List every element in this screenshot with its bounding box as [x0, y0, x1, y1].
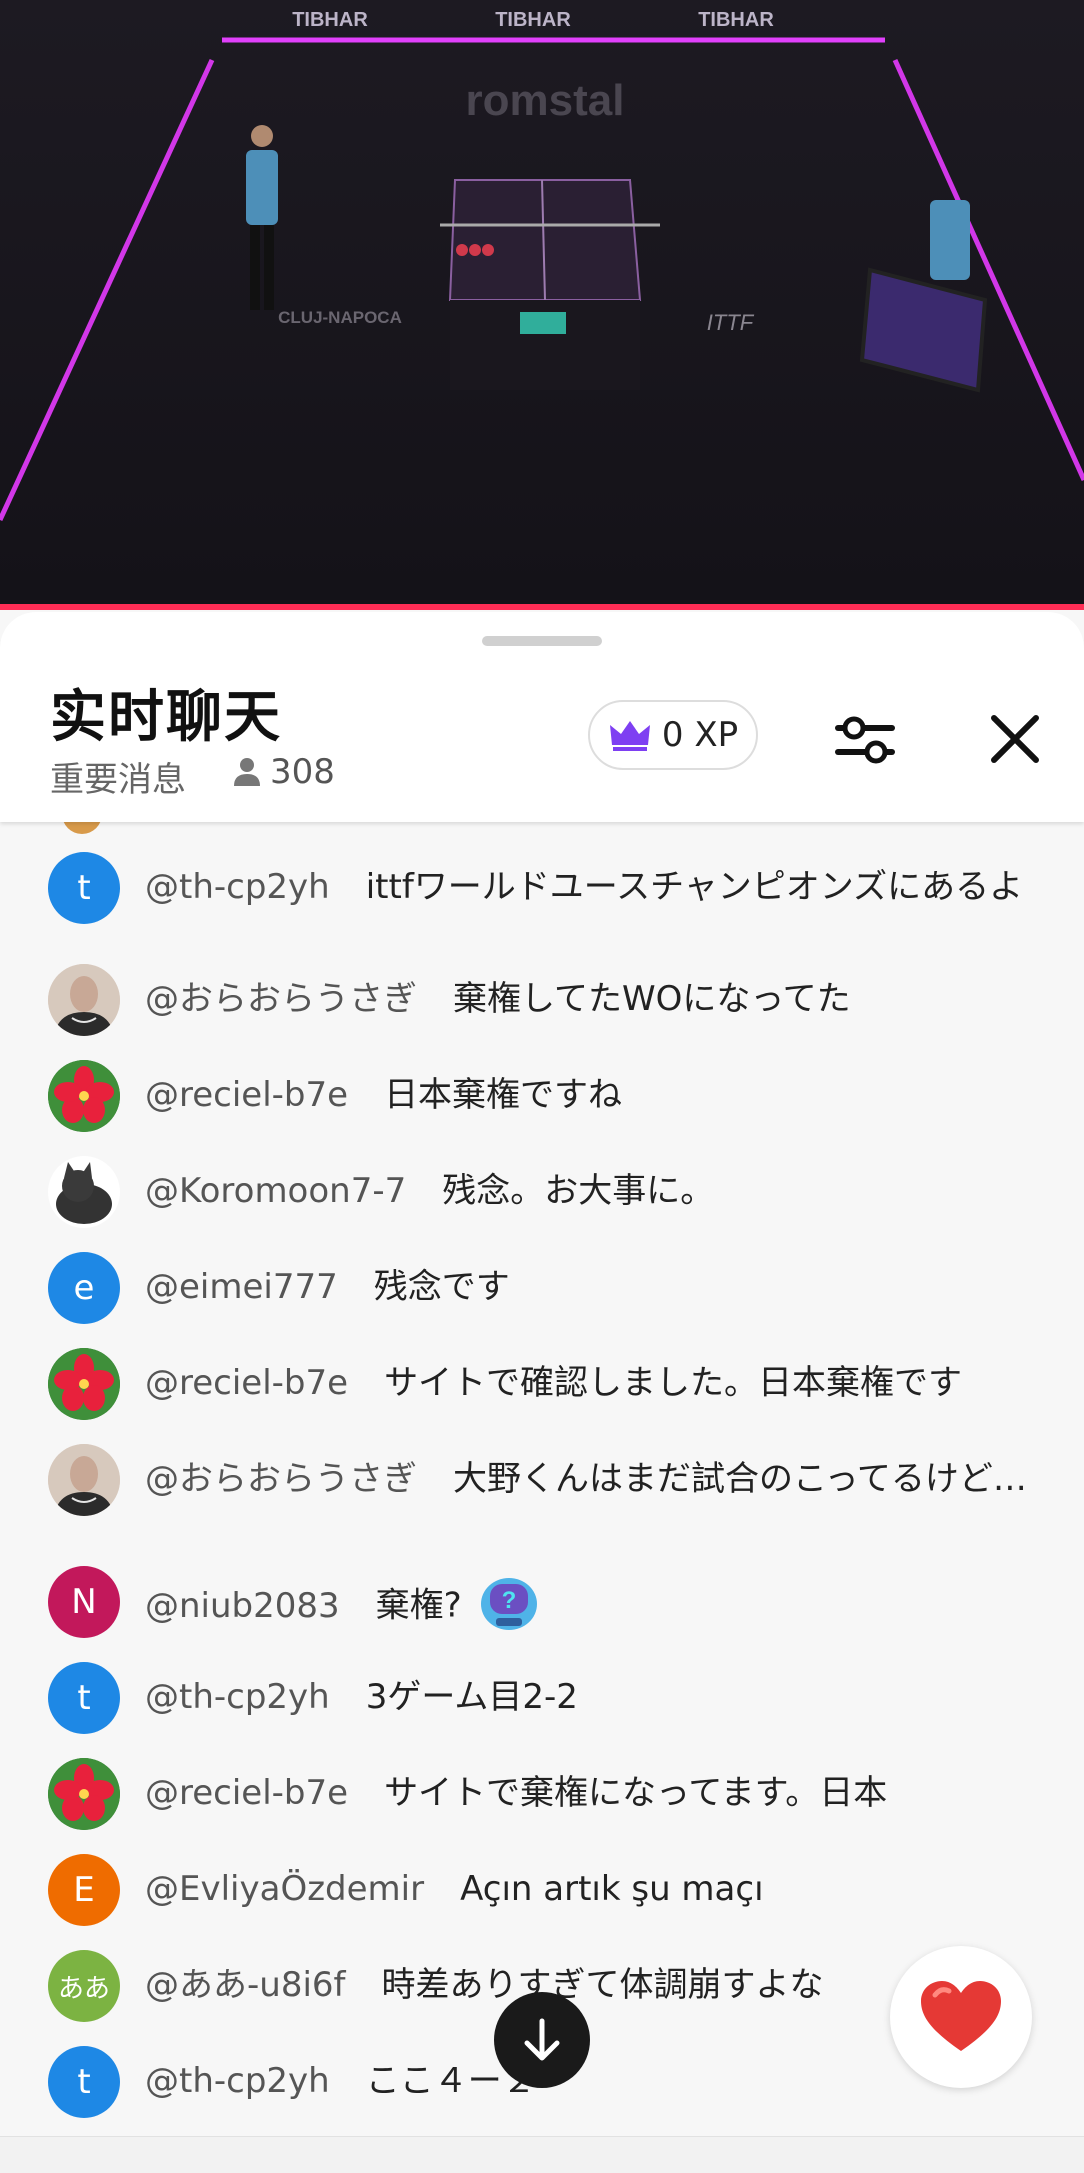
avatar-initial: t — [77, 868, 91, 908]
avatar[interactable]: t — [48, 2046, 120, 2118]
avatar[interactable] — [48, 964, 120, 1036]
avatar[interactable]: e — [48, 1252, 120, 1324]
live-chat-panel: 实时聊天 重要消息 308 0 XP t @th-cp2yh ittfワールドユ… — [0, 612, 1084, 2172]
drag-handle[interactable] — [482, 636, 602, 646]
sponsor-banner: TIBHAR — [495, 9, 571, 31]
message-body: @reciel-b7e サイトで棄権になってます。日本 — [145, 1772, 1035, 1814]
arrow-down-icon — [524, 2018, 560, 2061]
video-progress-line[interactable] — [0, 604, 1084, 610]
flower-icon — [48, 1758, 120, 1830]
message-text: 棄権? — [375, 1585, 462, 1626]
avatar[interactable] — [48, 1156, 120, 1228]
message-author[interactable]: @おらおらうさぎ — [145, 979, 417, 1019]
message-author[interactable]: @EvliyaÖzdemir — [145, 1869, 424, 1909]
message-author[interactable]: @reciel-b7e — [145, 1773, 348, 1813]
input-bar-edge — [0, 2136, 1084, 2173]
message-author[interactable]: @Koromoon7-7 — [145, 1171, 406, 1211]
svg-text:?: ? — [501, 1587, 516, 1614]
flower-icon — [48, 1060, 120, 1132]
avatar[interactable] — [48, 1758, 120, 1830]
floor-city: CLUJ-NAPOCA — [278, 308, 402, 327]
sponsor-banner: TIBHAR — [698, 9, 774, 31]
flower-icon — [48, 1348, 120, 1420]
floor-logo: ITTF — [707, 310, 755, 335]
user-photo-icon — [48, 964, 120, 1036]
message-body: @reciel-b7e 日本棄権ですね — [145, 1074, 1035, 1116]
viewer-count-value: 308 — [270, 752, 335, 792]
reaction-button[interactable] — [890, 1946, 1032, 2088]
message-text: 残念です — [373, 1267, 510, 1307]
user-photo-icon — [48, 1444, 120, 1516]
message-text: 時差ありすぎて体調崩すよな — [381, 1965, 824, 2005]
message-author[interactable]: @ああ-u8i6f — [145, 1965, 346, 2005]
message-text: 日本棄権ですね — [384, 1075, 623, 1115]
scroll-to-latest-button[interactable] — [494, 1992, 590, 2088]
message-text: ittfワールドユースチャンピオンズにあるよ — [365, 867, 1024, 907]
close-icon[interactable] — [980, 704, 1050, 774]
avatar[interactable]: N — [48, 1566, 120, 1638]
cat-icon — [56, 1162, 112, 1224]
avatar[interactable]: t — [48, 1662, 120, 1734]
avatar-initial: ああ — [57, 1973, 110, 2004]
crown-icon — [609, 721, 650, 751]
avatar-initial: t — [77, 2062, 91, 2102]
message-body: @niub2083 棄権?? — [145, 1570, 1035, 1644]
heart-icon — [921, 1981, 1001, 2051]
message-author[interactable]: @おらおらうさぎ — [145, 1459, 417, 1499]
avatar[interactable]: ああ — [48, 1950, 120, 2022]
avatar-initial: E — [73, 1870, 95, 1910]
chat-mode-selector[interactable]: 重要消息 — [50, 752, 186, 801]
message-author[interactable]: @th-cp2yh — [145, 2061, 330, 2101]
avatar[interactable] — [48, 1444, 120, 1516]
message-body: @reciel-b7e サイトで確認しました。日本棄権です — [145, 1362, 1035, 1404]
avatar-initial: e — [73, 1268, 95, 1308]
xp-label: 0 XP — [661, 715, 739, 755]
sponsor-banner: TIBHAR — [292, 9, 368, 31]
viewer-count: 308 — [232, 752, 335, 792]
message-author[interactable]: @eimei777 — [145, 1267, 338, 1307]
message-author[interactable]: @reciel-b7e — [145, 1363, 348, 1403]
message-text: 大野くんはまだ試合のこってるけど… — [453, 1459, 1027, 1499]
avatar[interactable]: t — [48, 852, 120, 924]
sliders-icon[interactable] — [830, 704, 900, 774]
floor-brand: romstal — [466, 76, 625, 125]
message-author[interactable]: @niub2083 — [145, 1586, 340, 1626]
avatar[interactable]: E — [48, 1854, 120, 1926]
message-author[interactable]: @th-cp2yh — [145, 1677, 330, 1717]
message-body: @th-cp2yh 3ゲーム目2-2 — [145, 1676, 1035, 1718]
avatar[interactable] — [48, 1060, 120, 1132]
question-robot-emote-icon: ? — [474, 1570, 544, 1644]
message-body: @th-cp2yh ここ４ー２ — [145, 2060, 1035, 2102]
message-body: @おらおらうさぎ 大野くんはまだ試合のこってるけど… — [145, 1458, 1035, 1500]
message-body: @th-cp2yh ittfワールドユースチャンピオンズにあるよ — [145, 866, 1035, 908]
message-text: 残念。お大事に。 — [442, 1171, 715, 1211]
video-frame: romstal CLUJ-NAPOCA ITTF TIBHAR TIBHAR T… — [0, 0, 1084, 606]
xp-button[interactable]: 0 XP — [588, 700, 758, 770]
video-player[interactable]: romstal CLUJ-NAPOCA ITTF TIBHAR TIBHAR T… — [0, 0, 1084, 606]
message-body: @EvliyaÖzdemir Açın artık şu maçı — [145, 1868, 1035, 1910]
message-text: サイトで確認しました。日本棄権です — [384, 1363, 963, 1403]
message-text: サイトで棄権になってます。日本 — [384, 1773, 888, 1813]
message-body: @おらおらうさぎ 棄権してたWOになってた — [145, 978, 1035, 1020]
avatar[interactable] — [48, 1348, 120, 1420]
person-icon — [234, 758, 260, 786]
avatar-initial: N — [71, 1582, 97, 1622]
message-body: @eimei777 残念です — [145, 1266, 1035, 1308]
message-author[interactable]: @reciel-b7e — [145, 1075, 348, 1115]
message-author[interactable]: @th-cp2yh — [145, 867, 330, 907]
message-text: 3ゲーム目2-2 — [365, 1677, 578, 1717]
chat-title: 实时聊天 — [50, 685, 282, 750]
chat-header: 实时聊天 重要消息 308 0 XP — [0, 612, 1084, 822]
message-text: Açın artık şu maçı — [460, 1869, 764, 1909]
message-text: 棄権してたWOになってた — [453, 979, 851, 1019]
message-body: @Koromoon7-7 残念。お大事に。 — [145, 1170, 1035, 1212]
avatar-initial: t — [77, 1678, 91, 1718]
